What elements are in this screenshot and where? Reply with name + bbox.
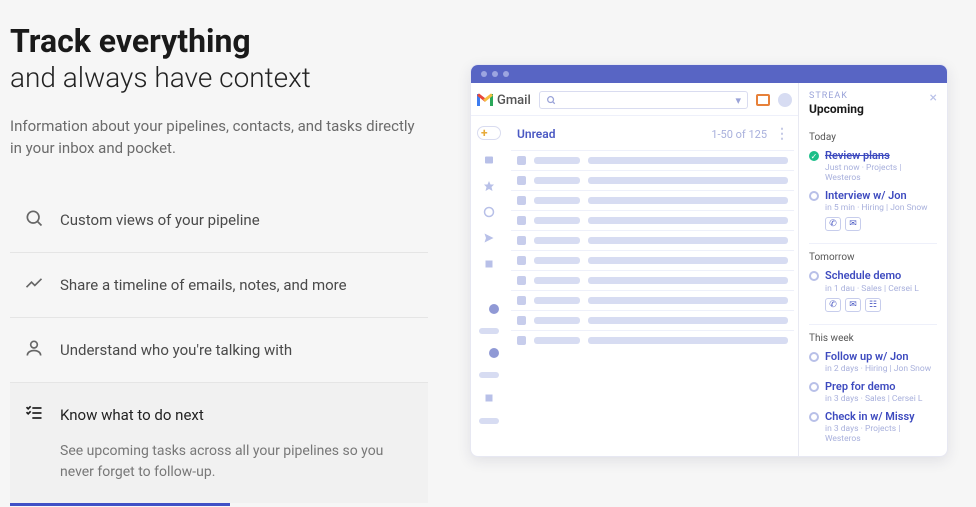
task-item[interactable]: Review plans Just now · Projects | Weste… <box>809 149 937 183</box>
contact-bubble[interactable] <box>489 304 499 314</box>
chevron-down-icon: ▾ <box>735 94 741 107</box>
mail-row[interactable] <box>511 250 794 270</box>
close-icon[interactable]: × <box>930 91 937 105</box>
clock-icon[interactable] <box>483 206 495 218</box>
task-check-icon[interactable] <box>809 352 819 362</box>
task-title: Interview w/ Jon <box>825 189 928 202</box>
task-meta: in 3 days · Sales | Cersei L <box>825 394 922 404</box>
task-item[interactable]: Follow up w/ Jon in 2 days · Hiring | Jo… <box>809 350 937 374</box>
task-title: Follow up w/ Jon <box>825 350 931 363</box>
section-tomorrow: Tomorrow <box>809 243 937 263</box>
hero-title: Track everything <box>10 24 428 59</box>
star-icon[interactable] <box>483 180 495 192</box>
task-meta: Just now · Projects | Westeros <box>825 163 937 183</box>
phone-icon[interactable]: ✆ <box>825 217 841 231</box>
inbox-label: Unread <box>517 127 555 141</box>
streak-icon[interactable] <box>756 94 770 106</box>
task-meta: in 2 days · Hiring | Jon Snow <box>825 364 931 374</box>
task-item[interactable]: Schedule demo in 1 dau · Sales | Cersei … <box>809 269 937 293</box>
gmail-topbar: Gmail ▾ <box>471 83 798 116</box>
window-dot <box>503 71 509 77</box>
calendar-icon[interactable]: ☷ <box>865 298 881 312</box>
task-check-icon[interactable] <box>809 412 819 422</box>
mail-row[interactable] <box>511 330 794 350</box>
compose-button[interactable]: + <box>477 126 501 140</box>
feature-label: Custom views of your pipeline <box>60 211 260 229</box>
feature-timeline[interactable]: Share a timeline of emails, notes, and m… <box>10 253 428 318</box>
mail-row[interactable] <box>511 290 794 310</box>
streak-title: Upcoming <box>809 102 864 116</box>
feature-label: Share a timeline of emails, notes, and m… <box>60 276 347 294</box>
feature-tasks[interactable]: Know what to do next See upcoming tasks … <box>10 383 428 503</box>
feature-label: Understand who you're talking with <box>60 341 292 359</box>
feature-list: Custom views of your pipeline Share a ti… <box>10 188 428 506</box>
checklist-icon <box>24 403 44 427</box>
nav-placeholder <box>479 418 499 424</box>
task-item[interactable]: Interview w/ Jon in 5 min · Hiring | Jon… <box>809 189 937 213</box>
kebab-icon[interactable]: ⋮ <box>775 126 788 142</box>
section-today: Today <box>809 128 937 143</box>
mail-icon[interactable]: ✉ <box>845 298 861 312</box>
mail-row[interactable] <box>511 210 794 230</box>
contact-bubble[interactable] <box>489 348 499 358</box>
gmail-m-icon <box>477 94 493 106</box>
feature-description: See upcoming tasks across all your pipel… <box>60 441 420 483</box>
mail-row[interactable] <box>511 270 794 290</box>
feature-contacts[interactable]: Understand who you're talking with <box>10 318 428 383</box>
task-item[interactable]: Check in w/ Missy in 3 days · Projects |… <box>809 410 937 444</box>
streak-brand: STREAK <box>809 91 864 101</box>
mail-icon[interactable]: ✉ <box>845 217 861 231</box>
inbox-header: Unread 1-50 of 125 ⋮ <box>511 116 794 150</box>
gmail-nav: + <box>471 116 507 456</box>
task-check-icon[interactable] <box>809 271 819 281</box>
illustration-column: Gmail ▾ + <box>440 0 976 507</box>
inbox-count: 1-50 of 125 <box>711 128 767 141</box>
task-check-icon[interactable] <box>809 151 819 161</box>
hero-lead: Information about your pipelines, contac… <box>10 115 428 160</box>
search-input[interactable]: ▾ <box>539 91 748 109</box>
mail-row[interactable] <box>511 230 794 250</box>
task-actions: ✆ ✉ ☷ <box>825 298 937 312</box>
mail-row[interactable] <box>511 150 794 170</box>
mail-row[interactable] <box>511 190 794 210</box>
gmail-logo: Gmail <box>477 93 531 108</box>
hero-subtitle: and always have context <box>10 61 428 95</box>
task-title: Schedule demo <box>825 269 919 282</box>
window-dot <box>492 71 498 77</box>
nav-placeholder <box>479 328 499 334</box>
task-meta: in 1 dau · Sales | Cersei L <box>825 284 919 294</box>
streak-sidebar: STREAK Upcoming × Today Review plans Jus… <box>799 83 947 456</box>
task-title: Prep for demo <box>825 380 922 393</box>
mail-row[interactable] <box>511 310 794 330</box>
gmail-brand: Gmail <box>497 93 531 108</box>
nav-placeholder <box>479 372 499 378</box>
search-icon <box>546 95 556 105</box>
person-icon <box>24 338 44 362</box>
task-title: Check in w/ Missy <box>825 410 937 423</box>
phone-icon[interactable]: ✆ <box>825 298 841 312</box>
timeline-icon <box>24 273 44 297</box>
active-underline <box>10 503 230 506</box>
feature-custom-views[interactable]: Custom views of your pipeline <box>10 188 428 253</box>
avatar[interactable] <box>778 93 792 107</box>
search-icon <box>24 208 44 232</box>
section-thisweek: This week <box>809 324 937 344</box>
task-item[interactable]: Prep for demo in 3 days · Sales | Cersei… <box>809 380 937 404</box>
window-dot <box>481 71 487 77</box>
feature-label: Know what to do next <box>60 406 204 424</box>
more-icon[interactable] <box>483 392 495 404</box>
task-title: Review plans <box>825 149 937 162</box>
task-meta: in 3 days · Projects | Westeros <box>825 424 937 444</box>
mail-row[interactable] <box>511 170 794 190</box>
task-check-icon[interactable] <box>809 382 819 392</box>
sent-icon[interactable] <box>483 232 495 244</box>
window-titlebar <box>471 65 947 83</box>
hero-column: Track everything and always have context… <box>0 0 440 507</box>
gmail-window: Gmail ▾ + <box>470 64 948 457</box>
label-icon[interactable] <box>483 258 495 270</box>
task-meta: in 5 min · Hiring | Jon Snow <box>825 203 928 213</box>
task-actions: ✆ ✉ <box>825 217 937 231</box>
task-check-icon[interactable] <box>809 191 819 201</box>
inbox-icon[interactable] <box>483 154 495 166</box>
